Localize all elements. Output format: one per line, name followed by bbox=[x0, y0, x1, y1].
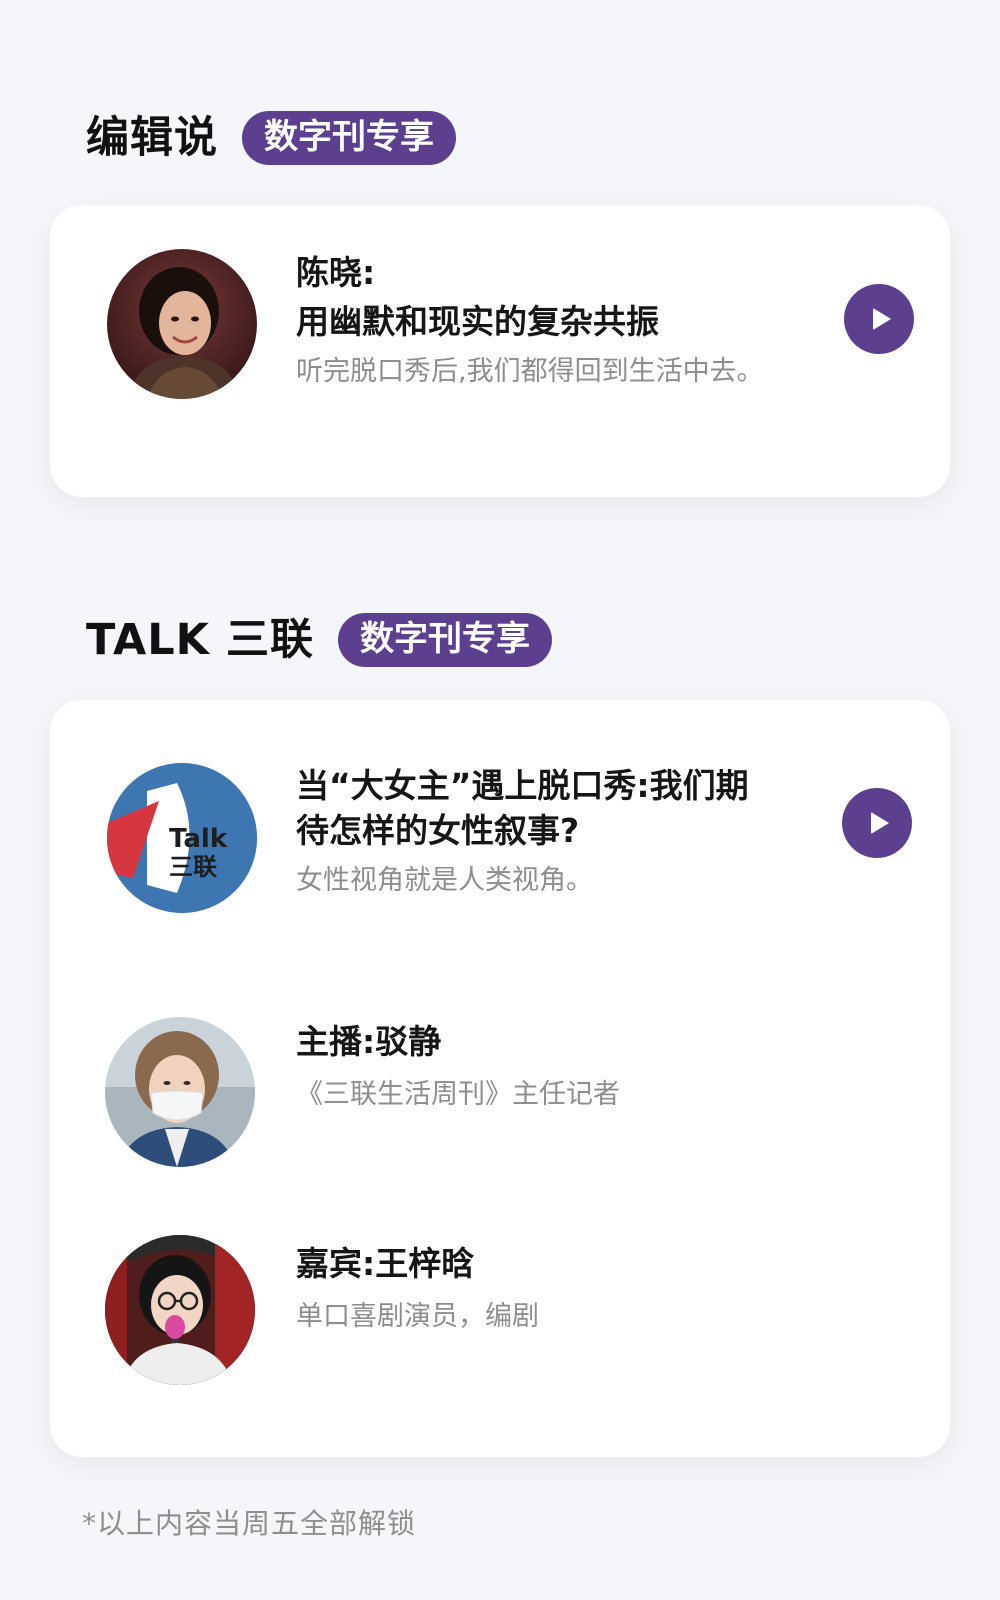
episode-description: 女性视角就是人类视角。 bbox=[296, 865, 593, 897]
play-icon bbox=[873, 308, 891, 330]
talk-sanlian-logo-icon: Talk 三联 bbox=[107, 763, 257, 913]
talk-section-header: TALK 三联 数字刊专享 bbox=[86, 612, 552, 668]
editor-card[interactable]: 陈晓: 用幽默和现实的复杂共振 听完脱口秀后,我们都得回到生活中去。 bbox=[50, 205, 950, 497]
play-icon bbox=[871, 812, 889, 834]
editor-section-header: 编辑说 数字刊专享 bbox=[86, 110, 456, 166]
episode-headline-line2: 待怎样的女性叙事? bbox=[296, 810, 580, 850]
host-text: 主播:驳静 《三联生活周刊》主任记者 bbox=[296, 1020, 620, 1112]
guest-name: 嘉宾:王梓晗 bbox=[296, 1244, 475, 1283]
portrait-guest-image bbox=[105, 1235, 255, 1385]
editor-author: 陈晓: bbox=[296, 253, 376, 292]
talk-logo: Talk 三联 bbox=[107, 763, 257, 913]
editor-headline: 用幽默和现实的复杂共振 bbox=[296, 301, 659, 341]
episode-text[interactable]: 当“大女主”遇上脱口秀:我们期 待怎样的女性叙事? 女性视角就是人类视角。 bbox=[296, 764, 749, 898]
guest-role: 单口喜剧演员，编剧 bbox=[296, 1300, 539, 1332]
portrait-host-image bbox=[105, 1017, 255, 1167]
editor-play-button[interactable] bbox=[844, 284, 914, 354]
host-avatar bbox=[105, 1017, 255, 1167]
guest-avatar bbox=[105, 1235, 255, 1385]
talk-logo-top-text: Talk bbox=[169, 824, 228, 854]
talk-logo-bottom-text: 三联 bbox=[169, 853, 217, 881]
editor-section-title: 编辑说 bbox=[86, 112, 218, 163]
editor-description: 听完脱口秀后,我们都得回到生活中去。 bbox=[296, 356, 764, 388]
episode-play-button[interactable] bbox=[842, 788, 912, 858]
talk-card: Talk 三联 当“大女主”遇上脱口秀:我们期 待怎样的女性叙事? 女性视角就是… bbox=[50, 700, 950, 1457]
episode-headline-line1: 当“大女主”遇上脱口秀:我们期 bbox=[296, 766, 749, 805]
host-role: 《三联生活周刊》主任记者 bbox=[296, 1078, 620, 1110]
portrait-editor-image bbox=[107, 249, 257, 399]
editor-text: 陈晓: 用幽默和现实的复杂共振 听完脱口秀后,我们都得回到生活中去。 bbox=[296, 251, 764, 389]
host-name: 主播:驳静 bbox=[296, 1022, 442, 1061]
talk-exclusive-badge: 数字刊专享 bbox=[337, 613, 552, 667]
unlock-footnote: *以上内容当周五全部解锁 bbox=[82, 1507, 417, 1540]
guest-text: 嘉宾:王梓晗 单口喜剧演员，编剧 bbox=[296, 1242, 539, 1334]
editor-exclusive-badge: 数字刊专享 bbox=[242, 111, 456, 165]
talk-section-title: TALK 三联 bbox=[86, 614, 314, 665]
editor-avatar bbox=[107, 249, 257, 399]
